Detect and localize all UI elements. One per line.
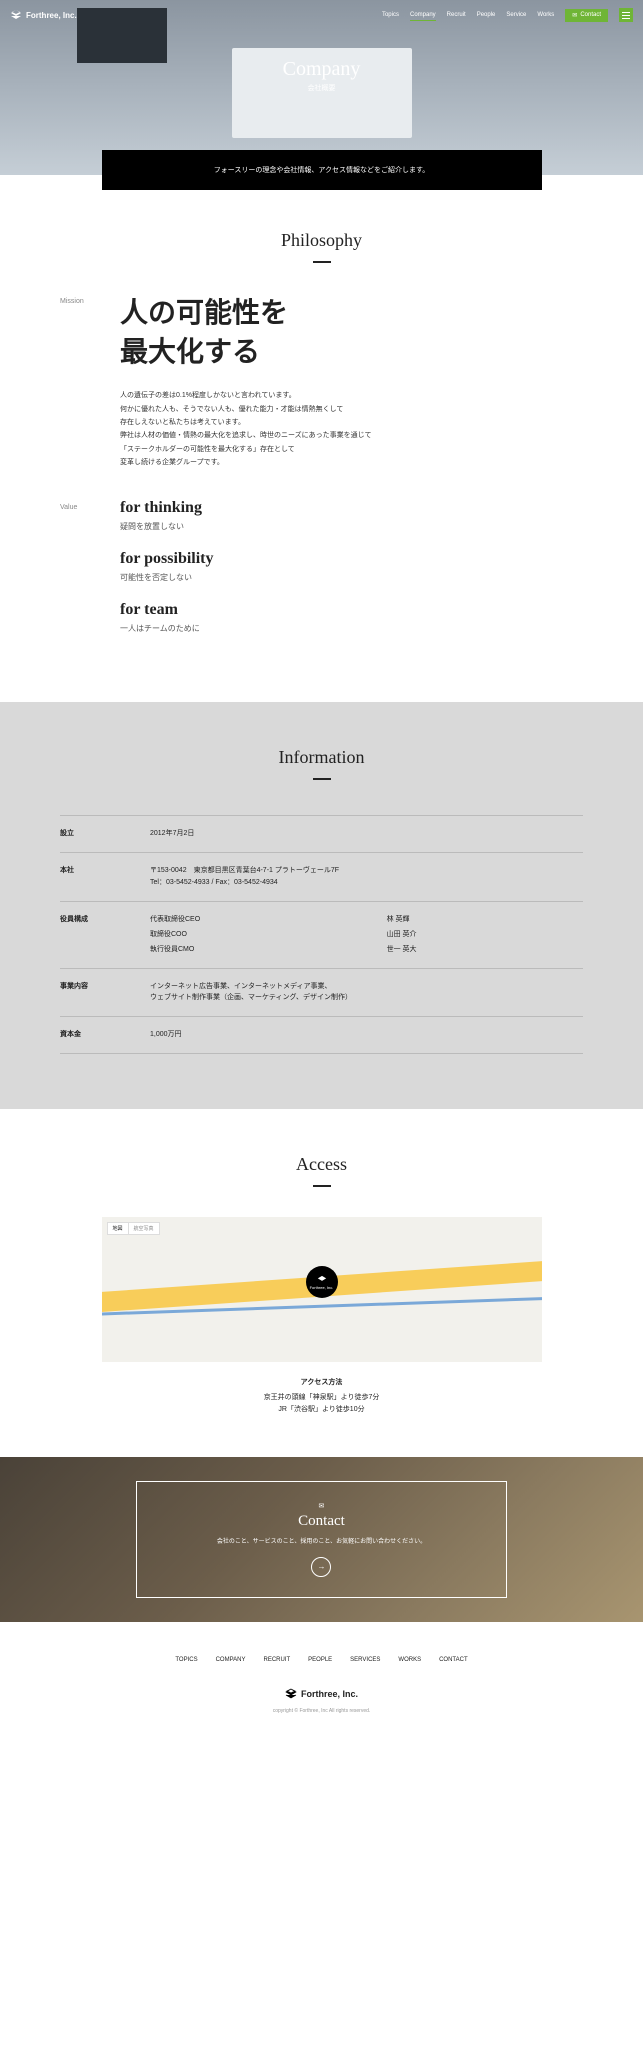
officer-name: 林 英輝 <box>387 914 583 926</box>
access-section: Access 地図 航空写真 Forthree, Inc. アクセス方法 京王井… <box>0 1109 643 1457</box>
row-value: 2012年7月2日 <box>150 828 583 840</box>
nav-recruit[interactable]: Recruit <box>447 12 466 18</box>
footer-nav-item[interactable]: CONTACT <box>439 1657 468 1663</box>
logo-icon <box>317 1275 327 1285</box>
page-title: Company <box>283 58 361 81</box>
value-heading: for team <box>120 601 583 619</box>
contact-section: Contact 会社のこと、サービスのこと、採用のこと、お気軽にお問い合わせくだ… <box>0 1457 643 1622</box>
hamburger-menu-button[interactable] <box>619 8 633 22</box>
value-label: Value <box>60 499 120 652</box>
nav-people[interactable]: People <box>477 12 496 18</box>
nav-works[interactable]: Works <box>537 12 554 18</box>
logo-icon <box>10 9 22 21</box>
footer-logo-text: Forthree, Inc. <box>301 1689 358 1699</box>
table-row: 事業内容インターネット広告事業、インターネットメディア事業、 ウェブサイト制作事… <box>60 969 583 1018</box>
map-tabs: 地図 航空写真 <box>107 1222 160 1235</box>
value-text: 一人はチームのために <box>120 623 583 634</box>
access-line: JR「渋谷駅」より徒歩10分 <box>0 1404 643 1417</box>
value-item: for thinking 疑問を放置しない <box>120 499 583 532</box>
row-label: 資本金 <box>60 1029 150 1041</box>
value-text: 疑問を放置しない <box>120 521 583 532</box>
map-pin-label: Forthree, Inc. <box>310 1285 334 1290</box>
logo-icon <box>285 1688 297 1700</box>
table-row: 役員構成 代表取締役CEO 林 英輝 取締役COO 山田 英介 執行役員CMO 世一 … <box>60 902 583 969</box>
footer-nav-item[interactable]: RECRUIT <box>263 1657 290 1663</box>
row-label: 事業内容 <box>60 981 150 1005</box>
officer-role: 執行役員CMO <box>150 944 367 956</box>
value-heading: for possibility <box>120 550 583 568</box>
row-label: 設立 <box>60 828 150 840</box>
map-tab-satellite[interactable]: 航空写真 <box>128 1223 159 1234</box>
site-footer: TOPICS COMPANY RECRUIT PEOPLE SERVICES W… <box>0 1622 643 1729</box>
info-table: 設立2012年7月2日 本社〒153-0042 東京都目黒区青葉台4-7-1 プ… <box>60 815 583 1054</box>
nav-contact-button[interactable]: ✉Contact <box>565 9 608 22</box>
footer-nav-item[interactable]: PEOPLE <box>308 1657 332 1663</box>
value-row: Value for thinking 疑問を放置しない for possibili… <box>60 499 583 652</box>
footer-logo[interactable]: Forthree, Inc. <box>0 1688 643 1700</box>
mail-icon: ✉ <box>572 12 577 19</box>
map-tab-map[interactable]: 地図 <box>108 1223 128 1234</box>
mission-row: Mission 人の可能性を 最大化する 人の遺伝子の差は0.1%程度しかないと… <box>60 293 583 469</box>
copyright: copyright © Forthree, Inc All rights res… <box>0 1708 643 1714</box>
nav-service[interactable]: Service <box>506 12 526 18</box>
main-nav: Topics Company Recruit People Service Wo… <box>382 8 633 22</box>
contact-body: 会社のこと、サービスのこと、採用のこと、お気軽にお問い合わせください。 <box>217 1536 426 1545</box>
philosophy-section: Philosophy Mission 人の可能性を 最大化する 人の遺伝子の差は… <box>0 190 643 702</box>
access-line: 京王井の頭線「神泉駅」より徒歩7分 <box>0 1392 643 1405</box>
arrow-right-icon: → <box>311 1557 331 1577</box>
footer-nav-item[interactable]: TOPICS <box>175 1657 197 1663</box>
mission-label: Mission <box>60 293 120 469</box>
table-row: 設立2012年7月2日 <box>60 816 583 853</box>
officer-role: 取締役COO <box>150 929 367 941</box>
access-title: Access <box>0 1154 643 1187</box>
table-row: 本社〒153-0042 東京都目黒区青葉台4-7-1 プラトーヴェール7F Te… <box>60 853 583 902</box>
value-item: for team 一人はチームのために <box>120 601 583 634</box>
contact-label: Contact <box>580 12 601 18</box>
value-text: 可能性を否定しない <box>120 572 583 583</box>
value-heading: for thinking <box>120 499 583 517</box>
hero-section: Forthree, Inc. Topics Company Recruit Pe… <box>0 0 643 175</box>
access-heading: アクセス方法 <box>0 1377 643 1390</box>
hero-title: Company 会社概要 <box>283 58 361 93</box>
site-header: Forthree, Inc. Topics Company Recruit Pe… <box>0 0 643 30</box>
hero-lead: フォースリーの理念や会社情報、アクセス情報などをご紹介します。 <box>102 150 542 190</box>
access-info: アクセス方法 京王井の頭線「神泉駅」より徒歩7分 JR「渋谷駅」より徒歩10分 <box>0 1377 643 1417</box>
footer-nav-item[interactable]: COMPANY <box>216 1657 246 1663</box>
nav-company[interactable]: Company <box>410 12 436 18</box>
header-logo[interactable]: Forthree, Inc. <box>10 9 77 21</box>
map[interactable]: 地図 航空写真 Forthree, Inc. <box>102 1217 542 1362</box>
footer-nav-item[interactable]: SERVICES <box>350 1657 380 1663</box>
logo-text: Forthree, Inc. <box>26 11 77 20</box>
information-section: Information 設立2012年7月2日 本社〒153-0042 東京都目… <box>0 702 643 1109</box>
philosophy-title: Philosophy <box>60 230 583 263</box>
mission-body: 人の遺伝子の差は0.1%程度しかないと言われています。 何かに優れた人も、そうで… <box>120 389 583 469</box>
mission-heading: 人の可能性を 最大化する <box>120 293 583 371</box>
map-pin[interactable]: Forthree, Inc. <box>306 1266 338 1298</box>
information-title: Information <box>60 747 583 780</box>
row-label: 役員構成 <box>60 914 150 956</box>
nav-topics[interactable]: Topics <box>382 12 399 18</box>
officer-name: 山田 英介 <box>387 929 583 941</box>
row-label: 本社 <box>60 865 150 889</box>
table-row: 資本金1,000万円 <box>60 1017 583 1054</box>
officer-role: 代表取締役CEO <box>150 914 367 926</box>
footer-nav-item[interactable]: WORKS <box>398 1657 421 1663</box>
contact-box[interactable]: Contact 会社のこと、サービスのこと、採用のこと、お気軽にお問い合わせくだ… <box>136 1481 507 1598</box>
officers-list: 代表取締役CEO 林 英輝 取締役COO 山田 英介 執行役員CMO 世一 英大 <box>150 914 583 956</box>
officer-name: 世一 英大 <box>387 944 583 956</box>
row-value: 〒153-0042 東京都目黒区青葉台4-7-1 プラトーヴェール7F Tel：… <box>150 865 583 889</box>
contact-title: Contact <box>217 1502 426 1530</box>
row-value: 1,000万円 <box>150 1029 583 1041</box>
row-value: インターネット広告事業、インターネットメディア事業、 ウェブサイト制作事業（企画… <box>150 981 583 1005</box>
value-item: for possibility 可能性を否定しない <box>120 550 583 583</box>
footer-nav: TOPICS COMPANY RECRUIT PEOPLE SERVICES W… <box>0 1657 643 1663</box>
page-subtitle: 会社概要 <box>283 83 361 93</box>
